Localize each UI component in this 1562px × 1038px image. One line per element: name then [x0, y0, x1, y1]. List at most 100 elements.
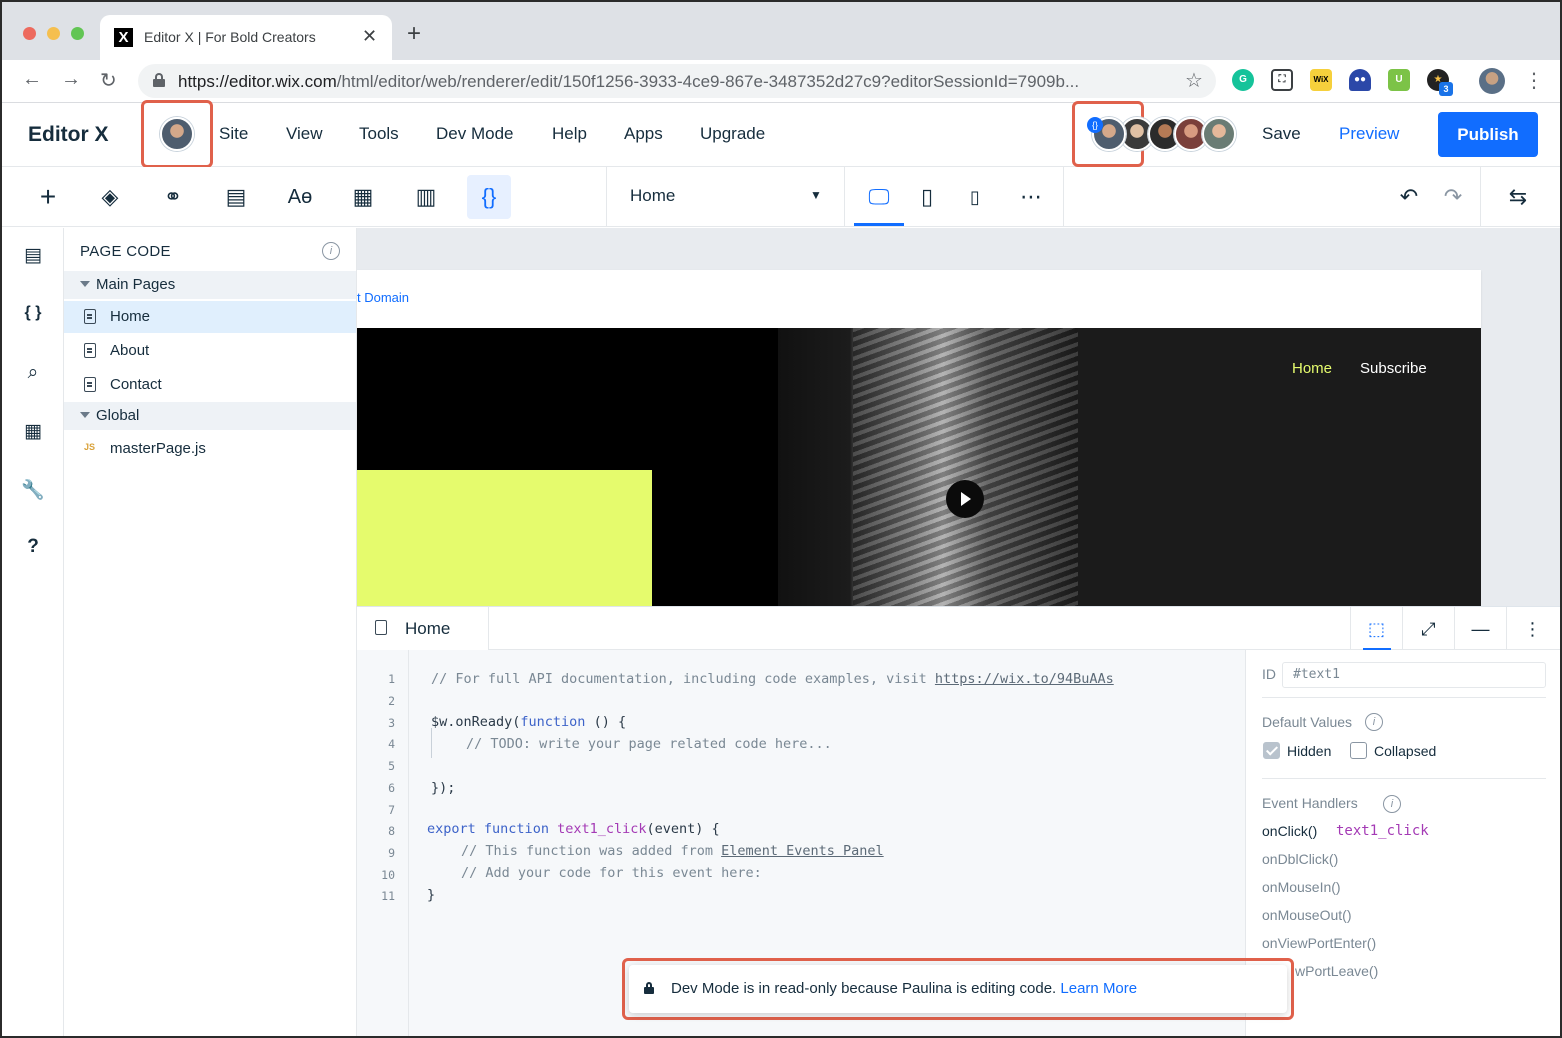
line-number: 11: [381, 889, 395, 903]
page-code-icon[interactable]: ▤: [20, 244, 46, 270]
line-number: 7: [388, 803, 395, 817]
tablet-view-icon[interactable]: ▯: [905, 175, 949, 219]
chevron-down-icon[interactable]: ▼: [810, 188, 822, 202]
code-line: // Add your code for this event here:: [461, 865, 762, 881]
help-question-icon[interactable]: ?: [20, 536, 46, 562]
learn-more-link[interactable]: Learn More: [1060, 980, 1137, 997]
undo-icon[interactable]: ↶: [1387, 175, 1431, 219]
pages-icon[interactable]: ▤: [214, 175, 258, 219]
wix-extension-icon[interactable]: WiX: [1310, 69, 1332, 91]
ghost-extension-icon[interactable]: ●●: [1349, 69, 1371, 91]
kebab-menu-icon[interactable]: ⋮: [1524, 68, 1544, 93]
event-ondblclick[interactable]: onDblClick(): [1262, 851, 1338, 867]
line-number: 10: [381, 868, 395, 882]
address-bar[interactable]: https://editor.wix.com/html/editor/web/r…: [138, 64, 1216, 98]
properties-events-icon[interactable]: ⬚: [1350, 607, 1402, 651]
play-icon[interactable]: [946, 480, 984, 518]
site-nav-subscribe[interactable]: Subscribe: [1360, 360, 1427, 377]
redo-icon[interactable]: ↷: [1431, 175, 1475, 219]
menu-site[interactable]: Site: [219, 124, 248, 144]
site-hero-section[interactable]: Home Subscribe: [357, 328, 1481, 606]
save-button[interactable]: Save: [1262, 124, 1301, 144]
yellow-shape[interactable]: [357, 470, 652, 606]
page-item-about[interactable]: About: [64, 335, 356, 367]
url-text[interactable]: https://editor.wix.com/html/editor/web/r…: [178, 72, 1168, 92]
grammarly-extension-icon[interactable]: G: [1232, 69, 1254, 91]
databases-icon[interactable]: ▦: [20, 420, 46, 446]
menu-upgrade[interactable]: Upgrade: [700, 124, 765, 144]
toolbar-divider: [606, 167, 607, 227]
panel-more-icon[interactable]: ⋮: [1506, 607, 1558, 651]
screenshot-extension-icon[interactable]: ⛶: [1271, 69, 1293, 91]
page-doc-icon: [84, 309, 96, 324]
inspector-sliders-icon[interactable]: ⇆: [1496, 175, 1540, 219]
media-icon[interactable]: ▦: [341, 175, 385, 219]
bookmark-star-icon[interactable]: ☆: [1185, 68, 1203, 93]
collapsed-checkbox[interactable]: [1350, 742, 1367, 759]
menu-apps[interactable]: Apps: [624, 124, 663, 144]
components-icon[interactable]: ⚭: [151, 175, 195, 219]
preview-button[interactable]: Preview: [1339, 124, 1399, 144]
chrome-profile-avatar[interactable]: [1479, 68, 1505, 94]
back-arrow-icon[interactable]: ←: [22, 68, 42, 91]
add-elements-icon[interactable]: +: [26, 175, 70, 219]
new-tab-icon[interactable]: +: [407, 20, 421, 48]
event-onmousein[interactable]: onMouseIn(): [1262, 879, 1341, 895]
info-icon[interactable]: i: [1365, 713, 1383, 731]
tools-wrench-icon[interactable]: 🔧: [20, 478, 46, 504]
page-doc-icon: [375, 620, 387, 635]
public-backend-icon[interactable]: { }: [20, 304, 46, 330]
collaborator-avatar[interactable]: [1202, 117, 1236, 151]
code-tab-home[interactable]: Home: [357, 607, 489, 651]
extension-badge: 3: [1439, 82, 1453, 96]
hidden-checkbox[interactable]: [1263, 742, 1280, 759]
info-icon[interactable]: i: [1383, 795, 1401, 813]
u-extension-icon[interactable]: U: [1388, 69, 1410, 91]
publish-button[interactable]: Publish: [1438, 112, 1538, 157]
api-docs-link[interactable]: https://wix.to/94BuAAs: [935, 671, 1114, 687]
editor-canvas: t Domain Home Subscribe: [357, 228, 1560, 606]
event-onclick[interactable]: onClick(): [1262, 823, 1317, 839]
page-item-home[interactable]: Home: [64, 301, 356, 333]
maximize-icon[interactable]: ⤢: [1402, 607, 1454, 651]
menu-dev-mode[interactable]: Dev Mode: [436, 124, 513, 144]
global-section[interactable]: Global: [64, 402, 356, 430]
cms-icon[interactable]: ▥: [404, 175, 448, 219]
hidden-label: Hidden: [1287, 743, 1332, 759]
page-item-contact[interactable]: Contact: [64, 369, 356, 401]
site-header[interactable]: t Domain: [357, 270, 1481, 328]
element-events-panel-link[interactable]: Element Events Panel: [721, 843, 884, 859]
page-selector[interactable]: Home: [630, 186, 675, 206]
zoom-window-button[interactable]: [71, 27, 84, 40]
menu-view[interactable]: View: [286, 124, 323, 144]
hero-image[interactable]: [778, 328, 1078, 606]
event-onviewportenter[interactable]: onViewPortEnter(): [1262, 935, 1376, 951]
mobile-view-icon[interactable]: ▯: [953, 175, 997, 219]
onclick-handler-link[interactable]: text1_click: [1336, 823, 1429, 839]
file-item-masterpage[interactable]: JS masterPage.js: [64, 433, 356, 465]
menu-help[interactable]: Help: [552, 124, 587, 144]
dev-mode-code-icon[interactable]: {}: [467, 175, 511, 219]
layers-icon[interactable]: ◈: [88, 175, 132, 219]
element-id-input[interactable]: #text1: [1282, 662, 1546, 688]
site-nav-home[interactable]: Home: [1292, 360, 1332, 377]
minimize-panel-icon[interactable]: —: [1454, 607, 1506, 651]
event-onviewportleave[interactable]: wPortLeave(): [1295, 963, 1378, 979]
close-tab-icon[interactable]: ✕: [362, 26, 377, 47]
menu-tools[interactable]: Tools: [359, 124, 399, 144]
close-window-button[interactable]: [23, 27, 36, 40]
site-nav-area: Home Subscribe: [1078, 328, 1481, 606]
more-breakpoints-icon[interactable]: ⋯: [1009, 175, 1053, 219]
desktop-view-icon[interactable]: 🖵: [857, 175, 901, 219]
main-pages-section[interactable]: Main Pages: [64, 271, 356, 299]
theme-manager-icon[interactable]: Aɵ: [278, 175, 322, 219]
browser-tab[interactable]: X Editor X | For Bold Creators ✕: [100, 15, 392, 60]
info-icon[interactable]: i: [322, 242, 340, 260]
event-onmouseout[interactable]: onMouseOut(): [1262, 907, 1351, 923]
search-icon[interactable]: ⌕: [20, 362, 46, 388]
domain-link[interactable]: t Domain: [357, 290, 409, 305]
forward-arrow-icon[interactable]: →: [61, 68, 81, 91]
current-user-avatar[interactable]: [160, 117, 194, 151]
reload-icon[interactable]: ↻: [100, 68, 117, 93]
minimize-window-button[interactable]: [47, 27, 60, 40]
